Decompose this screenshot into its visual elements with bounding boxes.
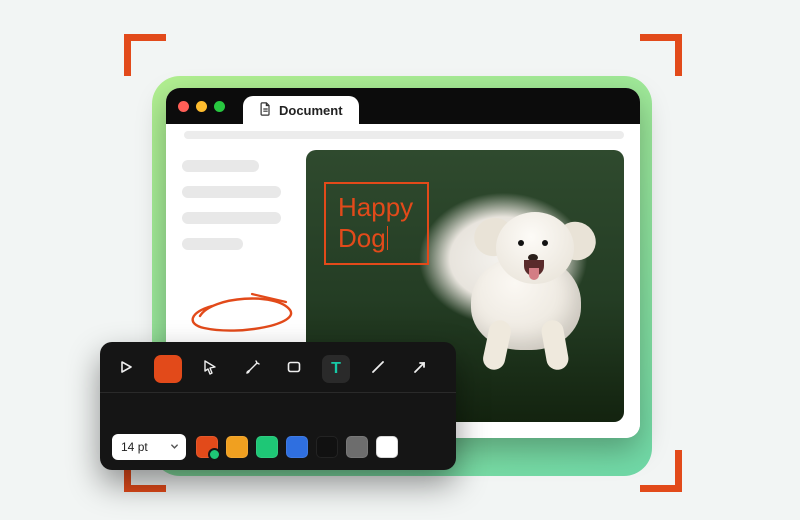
- text-annotation-box[interactable]: Happy Dog: [324, 182, 429, 265]
- annotation-text-line: Happy: [338, 192, 413, 222]
- font-size-select[interactable]: 14 pt: [112, 434, 186, 460]
- brush-tool[interactable]: [238, 355, 266, 383]
- style-row: 14 pt: [112, 434, 444, 460]
- rectangle-tool[interactable]: [280, 355, 308, 383]
- play-button[interactable]: [112, 355, 140, 383]
- arrow-tool[interactable]: [406, 355, 434, 383]
- maximize-button[interactable]: [214, 101, 225, 112]
- capture-corner-top-right: [640, 34, 682, 76]
- tab-label: Document: [279, 103, 343, 118]
- arrow-icon: [412, 359, 428, 380]
- record-icon: [161, 362, 175, 376]
- annotation-text-line: Dog: [338, 223, 386, 253]
- play-icon: [119, 360, 133, 379]
- brush-icon: [244, 359, 260, 380]
- list-item: [182, 212, 281, 224]
- rectangle-icon: [286, 359, 302, 380]
- color-swatch[interactable]: [286, 436, 308, 458]
- color-swatch[interactable]: [316, 436, 338, 458]
- font-size-value: 14: [121, 440, 134, 454]
- pointer-icon: [202, 359, 218, 380]
- close-button[interactable]: [178, 101, 189, 112]
- color-swatch-row: [196, 436, 398, 458]
- line-tool[interactable]: [364, 355, 392, 383]
- pointer-tool[interactable]: [196, 355, 224, 383]
- color-swatch[interactable]: [376, 436, 398, 458]
- toolbar-divider: [100, 392, 456, 428]
- capture-corner-top-left: [124, 34, 166, 76]
- chevron-down-icon: [170, 440, 179, 454]
- freehand-circle-annotation: [182, 288, 302, 338]
- text-icon: T: [331, 360, 341, 378]
- font-size-unit: pt: [138, 440, 148, 454]
- line-icon: [370, 359, 386, 380]
- color-swatch[interactable]: [256, 436, 278, 458]
- color-swatch[interactable]: [346, 436, 368, 458]
- browser-tab[interactable]: Document: [243, 96, 359, 124]
- color-swatch[interactable]: [196, 436, 218, 458]
- list-item: [182, 160, 259, 172]
- color-swatch[interactable]: [226, 436, 248, 458]
- annotation-toolbar: T 14 pt: [100, 342, 456, 470]
- dog-illustration: [426, 200, 616, 370]
- tool-row: T: [112, 352, 444, 386]
- window-titlebar: Document: [166, 88, 640, 124]
- window-controls: [178, 101, 225, 112]
- record-button[interactable]: [154, 355, 182, 383]
- list-item: [182, 186, 281, 198]
- minimize-button[interactable]: [196, 101, 207, 112]
- text-tool[interactable]: T: [322, 355, 350, 383]
- document-icon: [259, 102, 272, 119]
- list-item: [182, 238, 243, 250]
- text-caret: [387, 226, 389, 250]
